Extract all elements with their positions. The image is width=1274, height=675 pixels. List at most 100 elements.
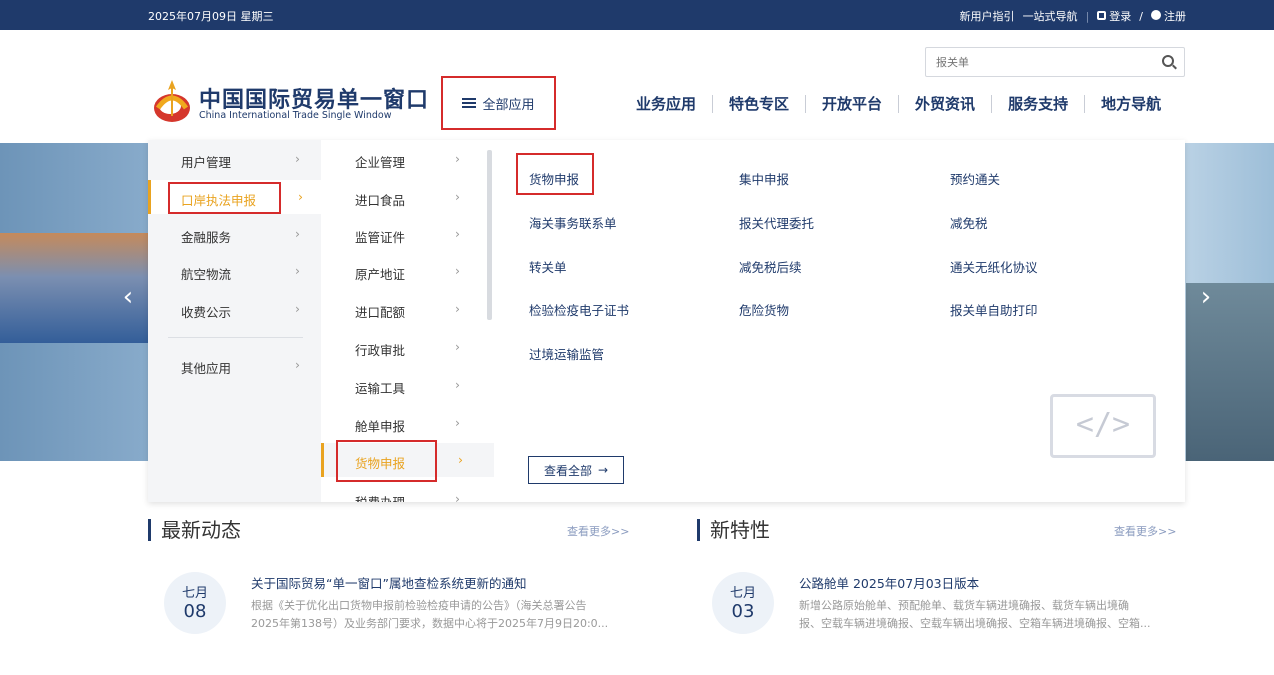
- chevron-right-icon: ›: [455, 415, 460, 430]
- features-more-link[interactable]: 查看更多>>: [1114, 523, 1176, 539]
- all-apps-button[interactable]: 全部应用: [441, 76, 556, 130]
- menu-link-inspection-cert[interactable]: 检验检疫电子证书: [529, 300, 629, 319]
- menu-sub-origin-cert[interactable]: 原产地证 ›: [321, 254, 494, 288]
- menu-sub-label: 舱单申报: [355, 419, 406, 434]
- menu-sub-admin-approval[interactable]: 行政审批 ›: [321, 330, 494, 364]
- slash-divider: /: [1139, 9, 1143, 23]
- menu-link-agency-entrust[interactable]: 报关代理委托: [739, 213, 814, 232]
- search-input[interactable]: [926, 48, 1146, 76]
- chevron-right-icon: ›: [298, 189, 303, 204]
- menu-cat-finance[interactable]: 金融服务 ›: [148, 217, 321, 251]
- menu-cat-label: 航空物流: [181, 267, 232, 282]
- logo-icon: [154, 80, 190, 122]
- nav-featured[interactable]: 特色专区: [713, 95, 807, 113]
- register-label: 注册: [1164, 10, 1186, 23]
- menu-cat-label: 金融服务: [181, 230, 232, 245]
- news-summary-line2: 2025年第138号）及业务部门要求，数据中心将于2025年7月9日20:0..…: [251, 617, 609, 630]
- menu-cat-label: 用户管理: [181, 155, 232, 170]
- feature-summary-line1: 新增公路原始舱单、预配舱单、载货车辆进境确报、载货车辆出境确: [799, 599, 1129, 612]
- menu-category-column: 用户管理 › 口岸执法申报 › 金融服务 › 航空物流 › 收费公示 › 其他应用 ›: [148, 140, 321, 502]
- news-more-link[interactable]: 查看更多>>: [567, 523, 629, 539]
- menu-sub-enterprise[interactable]: 企业管理 ›: [321, 142, 494, 176]
- scrollbar[interactable]: [487, 150, 492, 320]
- feature-title[interactable]: 公路舱单 2025年07月03日版本: [799, 573, 979, 592]
- highlight-box: [168, 182, 281, 214]
- menu-sub-tax[interactable]: 税费办理 ›: [321, 482, 494, 502]
- chevron-right-icon: ›: [455, 339, 460, 354]
- menu-icon: [462, 98, 477, 108]
- menu-link-transfer-form[interactable]: 转关单: [529, 257, 567, 276]
- menu-link-transit-supervision[interactable]: 过境运输监管: [529, 344, 604, 363]
- highlight-box: [516, 153, 594, 195]
- chevron-left-icon[interactable]: ‹: [110, 273, 146, 321]
- site-subtitle: China International Trade Single Window: [199, 110, 392, 121]
- menu-link-appointment-clearance[interactable]: 预约通关: [950, 169, 1000, 188]
- menu-cat-aviation[interactable]: 航空物流 ›: [148, 254, 321, 288]
- menu-sub-transport[interactable]: 运输工具 ›: [321, 368, 494, 402]
- search-box: [925, 47, 1185, 77]
- menu-sub-label: 进口食品: [355, 193, 406, 208]
- menu-link-self-print[interactable]: 报关单自助打印: [950, 300, 1038, 319]
- menu-sub-label: 原产地证: [355, 267, 406, 282]
- chevron-right-icon: ›: [455, 226, 460, 241]
- newbie-guide-link[interactable]: 新用户指引: [960, 8, 1015, 24]
- feature-day: 03: [731, 601, 755, 622]
- chevron-right-icon: ›: [295, 151, 300, 166]
- menu-link-dangerous-goods[interactable]: 危险货物: [739, 300, 789, 319]
- news-heading: 最新动态: [148, 519, 241, 541]
- menu-sub-label: 行政审批: [355, 343, 406, 358]
- nav-business-apps[interactable]: 业务应用: [620, 95, 714, 113]
- menu-sub-manifest[interactable]: 舱单申报 ›: [321, 406, 494, 440]
- chevron-right-icon: ›: [295, 301, 300, 316]
- feature-date-badge: 七月 03: [712, 572, 774, 634]
- chevron-right-icon: ›: [295, 263, 300, 278]
- divider: |: [1085, 9, 1090, 23]
- menu-link-tax-followup[interactable]: 减免税后续: [739, 257, 802, 276]
- news-month: 七月: [181, 586, 208, 601]
- chevron-right-icon: ›: [295, 226, 300, 241]
- menu-sub-import-quota[interactable]: 进口配额 ›: [321, 292, 494, 326]
- chevron-right-icon: ›: [455, 263, 460, 278]
- main-nav: 业务应用 特色专区 开放平台 外贸资讯 服务支持 地方导航: [620, 95, 1161, 113]
- menu-cat-label: 其他应用: [181, 361, 232, 376]
- highlight-box: [336, 440, 437, 482]
- app-menu: 用户管理 › 口岸执法申报 › 金融服务 › 航空物流 › 收费公示 › 其他应用 › 企业…: [148, 140, 1185, 502]
- chevron-right-icon: ›: [455, 377, 460, 392]
- chevron-right-icon: ›: [458, 452, 463, 467]
- nav-local[interactable]: 地方导航: [1085, 95, 1161, 113]
- menu-sub-label: 税费办理: [355, 492, 405, 502]
- user-icon: [1151, 10, 1161, 20]
- menu-link-centralized-declaration[interactable]: 集中申报: [739, 169, 789, 188]
- current-date: 2025年07月09日 星期三: [148, 10, 274, 23]
- divider: [168, 337, 303, 338]
- menu-items-column: 货物申报 集中申报 预约通关 海关事务联系单 报关代理委托 减免税 转关单 减免…: [494, 140, 1185, 502]
- nav-trade-info[interactable]: 外贸资讯: [899, 95, 993, 113]
- nav-open-platform[interactable]: 开放平台: [806, 95, 900, 113]
- menu-link-customs-contact[interactable]: 海关事务联系单: [529, 213, 617, 232]
- menu-sub-label: 进口配额: [355, 305, 406, 320]
- top-bar: 2025年07月09日 星期三 新用户指引 一站式导航 | 登录 / 注册: [0, 0, 1274, 30]
- view-all-button[interactable]: 查看全部 →: [528, 456, 624, 484]
- menu-link-tax-reduction[interactable]: 减免税: [950, 213, 988, 232]
- news-date-badge: 七月 08: [164, 572, 226, 634]
- nav-support[interactable]: 服务支持: [992, 95, 1086, 113]
- menu-sub-certificates[interactable]: 监管证件 ›: [321, 217, 494, 251]
- chevron-right-icon: ›: [455, 491, 460, 502]
- menu-sub-import-food[interactable]: 进口食品 ›: [321, 180, 494, 214]
- menu-link-paperless-agreement[interactable]: 通关无纸化协议: [950, 257, 1038, 276]
- menu-cat-user-mgmt[interactable]: 用户管理 ›: [148, 142, 321, 176]
- arrow-right-icon: →: [597, 463, 609, 477]
- onestop-nav-link[interactable]: 一站式导航: [1023, 8, 1078, 24]
- register-link[interactable]: 注册: [1151, 8, 1186, 24]
- menu-sub-label: 企业管理: [355, 155, 406, 170]
- top-links: 新用户指引 一站式导航 | 登录 / 注册: [960, 8, 1186, 24]
- chevron-right-icon: ›: [295, 357, 300, 372]
- search-icon[interactable]: [1162, 55, 1174, 67]
- news-title[interactable]: 关于国际贸易“单一窗口”属地查检系统更新的通知: [251, 573, 526, 592]
- login-link[interactable]: 登录: [1097, 8, 1131, 24]
- menu-cat-fees[interactable]: 收费公示 ›: [148, 292, 321, 326]
- chevron-right-icon[interactable]: ›: [1188, 273, 1224, 321]
- code-icon: </>: [1050, 394, 1156, 458]
- chevron-right-icon: ›: [455, 189, 460, 204]
- menu-cat-other[interactable]: 其他应用 ›: [148, 348, 321, 382]
